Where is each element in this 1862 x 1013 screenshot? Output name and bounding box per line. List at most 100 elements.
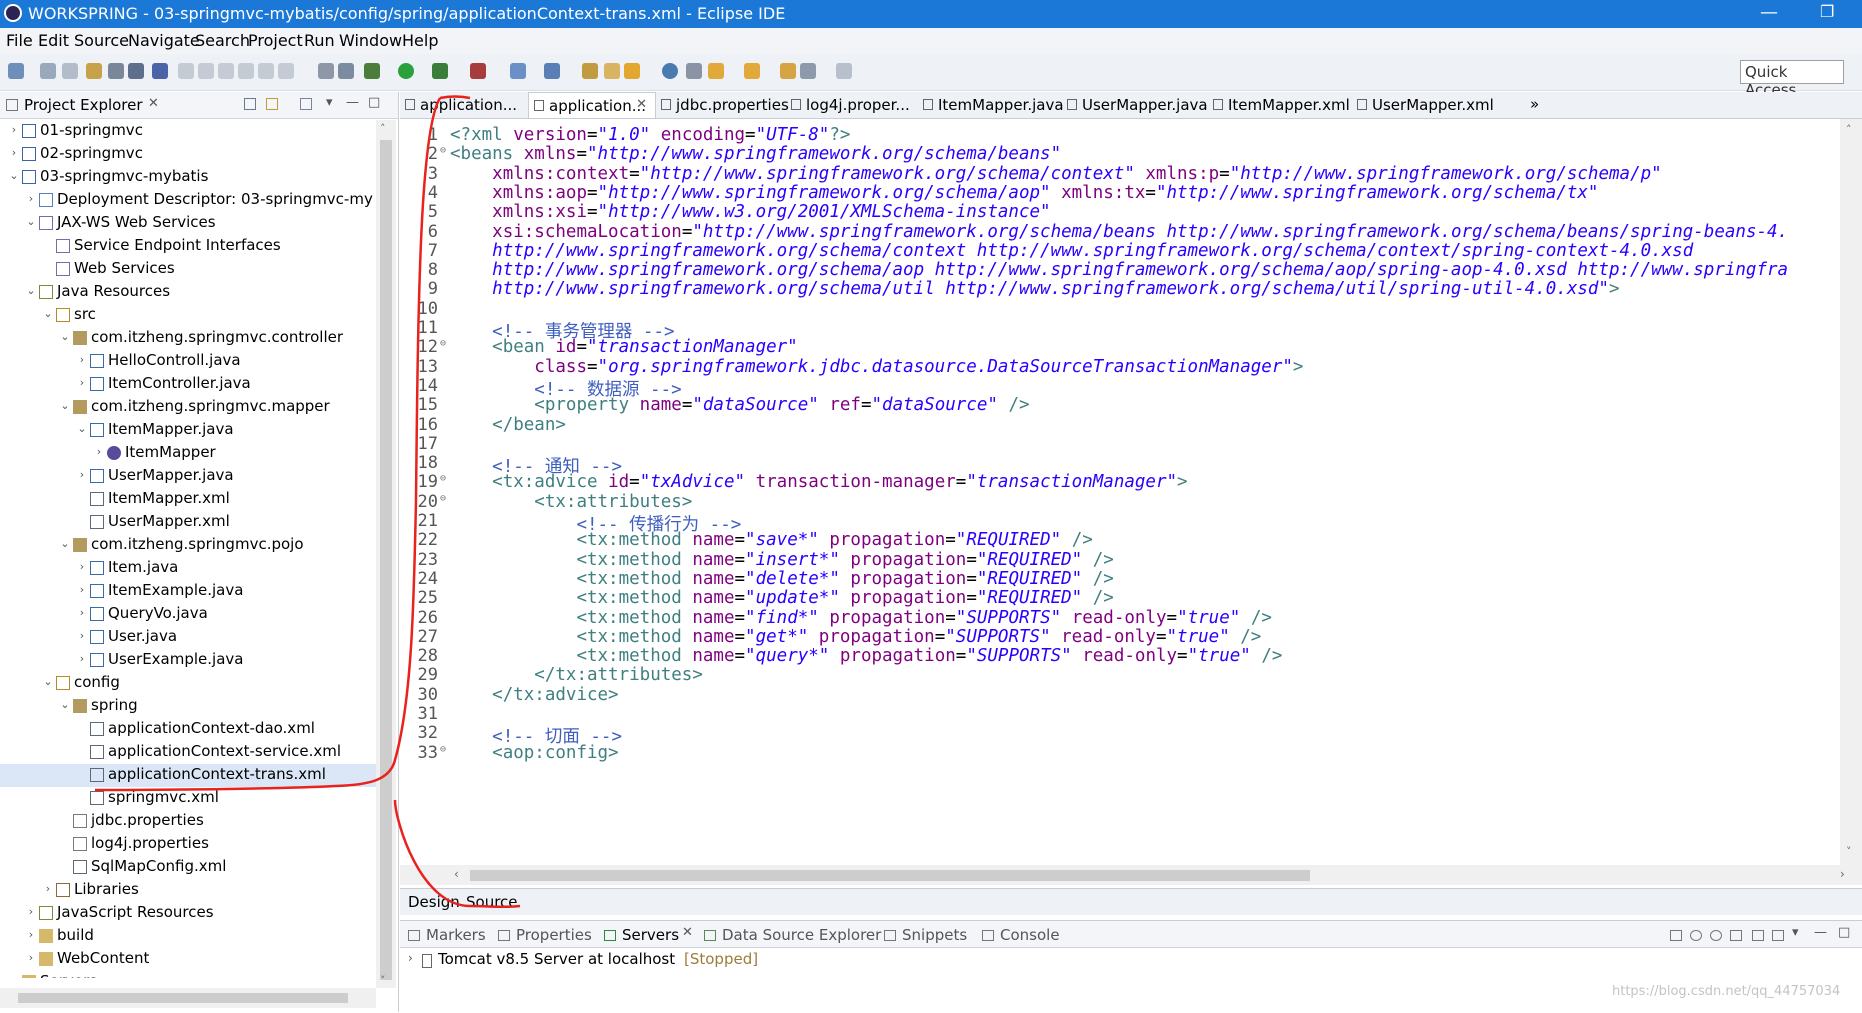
expanded-arrow-icon[interactable]: ⌄ <box>25 284 37 297</box>
scroll-right-icon[interactable]: › <box>1840 867 1845 881</box>
expanded-arrow-icon[interactable]: ⌄ <box>59 537 71 550</box>
tree-item[interactable]: ⌄ spring <box>0 695 376 718</box>
expanded-arrow-icon[interactable]: ⌄ <box>8 169 20 182</box>
tree-item[interactable]: › Item.java <box>0 557 376 580</box>
fold-toggle-icon[interactable]: ⊖ <box>440 338 446 349</box>
design-tab[interactable]: Design <box>408 893 460 911</box>
collapsed-arrow-icon[interactable]: › <box>25 928 37 941</box>
editor-tab[interactable]: ItemMapper.java <box>918 92 1064 118</box>
collapsed-arrow-icon[interactable]: › <box>25 905 37 918</box>
fold-toggle-icon[interactable]: ⊖ <box>440 744 446 755</box>
menu-search[interactable]: Search <box>195 31 250 50</box>
code-area[interactable]: 1 <?xml version="1.0" encoding="UTF-8"?> 2… <box>400 119 1840 865</box>
step-into-icon[interactable] <box>258 63 274 79</box>
expanded-arrow-icon[interactable]: ⌄ <box>59 698 71 711</box>
skip-breakpoints-icon[interactable] <box>152 63 168 79</box>
menu-file[interactable]: File <box>6 31 33 50</box>
open-type-icon[interactable] <box>108 63 124 79</box>
scroll-up-icon[interactable]: ˄ <box>1846 123 1852 136</box>
tree-item[interactable]: › QueryVo.java <box>0 603 376 626</box>
step-over-icon[interactable] <box>278 63 294 79</box>
scroll-down-icon[interactable]: ˅ <box>380 974 386 987</box>
collapsed-arrow-icon[interactable]: › <box>76 652 88 665</box>
open-folder-icon[interactable] <box>582 63 598 79</box>
editor-tab[interactable]: UserMapper.xml <box>1352 92 1496 118</box>
editor-tab[interactable]: ItemMapper.xml <box>1208 92 1352 118</box>
close-icon[interactable]: ✕ <box>636 97 647 112</box>
run-external-icon[interactable] <box>432 63 448 79</box>
suspend-icon[interactable] <box>198 63 214 79</box>
explorer-vertical-scrollbar[interactable]: ˄ ˅ <box>376 120 396 988</box>
collapsed-arrow-icon[interactable]: › <box>76 606 88 619</box>
collapsed-arrow-icon[interactable]: › <box>76 583 88 596</box>
expanded-arrow-icon[interactable]: ⌄ <box>76 422 88 435</box>
tab-properties[interactable]: Properties <box>516 926 592 944</box>
collapsed-arrow-icon[interactable]: › <box>8 123 20 136</box>
editor-tab[interactable]: application... <box>400 92 528 118</box>
terminate-icon[interactable] <box>218 63 234 79</box>
collapsed-arrow-icon[interactable]: › <box>76 560 88 573</box>
collapsed-arrow-icon[interactable]: › <box>76 353 88 366</box>
disconnect-icon[interactable] <box>238 63 254 79</box>
build-icon[interactable] <box>86 63 102 79</box>
next-annotation-icon[interactable] <box>708 63 724 79</box>
minimize-view-icon[interactable]: — <box>346 95 359 110</box>
tree-item[interactable]: › WebContent <box>0 948 376 971</box>
tab-markers[interactable]: Markers <box>426 926 486 944</box>
source-tab[interactable]: Source <box>466 893 518 911</box>
scroll-up-icon[interactable]: ˄ <box>380 122 386 135</box>
view-menu-icon[interactable]: ▾ <box>326 95 333 110</box>
expanded-arrow-icon[interactable]: ⌄ <box>42 307 54 320</box>
menu-navigate[interactable]: Navigate <box>128 31 200 50</box>
scroll-thumb[interactable] <box>470 870 1310 881</box>
tree-item[interactable]: applicationContext-service.xml <box>0 741 376 764</box>
tree-item[interactable]: › Libraries <box>0 879 376 902</box>
maximize-button[interactable]: ❐ <box>1820 2 1834 21</box>
tree-item[interactable]: › UserExample.java <box>0 649 376 672</box>
resume-icon[interactable] <box>178 63 194 79</box>
tree-item[interactable]: › Deployment Descriptor: 03-springmvc-my <box>0 189 376 212</box>
tree-item[interactable]: jdbc.properties <box>0 810 376 833</box>
expanded-arrow-icon[interactable]: ⌄ <box>42 675 54 688</box>
back-icon[interactable] <box>800 63 816 79</box>
menu-project[interactable]: Project <box>248 31 303 50</box>
tree-item[interactable]: ⌄ ItemMapper.java <box>0 419 376 442</box>
tree-item[interactable]: › UserMapper.java <box>0 465 376 488</box>
scroll-thumb[interactable] <box>18 993 348 1003</box>
menu-window[interactable]: Window <box>339 31 402 50</box>
mark-occurrences-icon[interactable] <box>338 63 354 79</box>
editor-tab[interactable]: UserMapper.java <box>1062 92 1208 118</box>
scroll-left-icon[interactable]: ‹ <box>454 867 459 881</box>
tree-item[interactable]: applicationContext-trans.xml <box>0 764 376 787</box>
debug-icon[interactable] <box>364 63 380 79</box>
collapsed-arrow-icon[interactable]: › <box>76 629 88 642</box>
quick-access-input[interactable]: Quick Access <box>1740 60 1844 99</box>
last-edit-icon[interactable] <box>780 63 796 79</box>
debug-server-icon[interactable] <box>1690 930 1702 941</box>
tree-item[interactable]: › ItemMapper <box>0 442 376 465</box>
filter-icon[interactable] <box>300 98 312 110</box>
new-icon[interactable] <box>8 63 24 79</box>
scroll-down-icon[interactable]: ˅ <box>1846 845 1852 858</box>
tree-item[interactable]: ⌄ com.itzheng.springmvc.pojo <box>0 534 376 557</box>
menu-source[interactable]: Source <box>74 31 129 50</box>
tree-item[interactable]: log4j.properties <box>0 833 376 856</box>
save-all-icon[interactable] <box>62 63 78 79</box>
menu-edit[interactable]: Edit <box>38 31 69 50</box>
collapsed-arrow-icon[interactable]: › <box>76 376 88 389</box>
tree-item[interactable]: › JavaScript Resources <box>0 902 376 925</box>
tree-item[interactable]: ⌄ 03-springmvc-mybatis <box>0 166 376 189</box>
explorer-horizontal-scrollbar[interactable] <box>0 988 376 1008</box>
tree-item[interactable]: ⌄ com.itzheng.springmvc.mapper <box>0 396 376 419</box>
tree-item[interactable]: › 01-springmvc <box>0 120 376 143</box>
new-class-icon[interactable] <box>544 63 560 79</box>
collapsed-arrow-icon[interactable]: › <box>8 974 20 978</box>
menu-help[interactable]: Help <box>402 31 438 50</box>
collapsed-arrow-icon[interactable]: › <box>93 445 105 458</box>
save-icon[interactable] <box>40 63 56 79</box>
fold-toggle-icon[interactable]: ⊖ <box>440 473 446 484</box>
run-icon[interactable] <box>398 63 414 79</box>
editor-horizontal-scrollbar[interactable]: ‹ › <box>400 865 1862 885</box>
tab-servers[interactable]: Servers <box>622 926 679 944</box>
forward-icon[interactable] <box>836 63 852 79</box>
